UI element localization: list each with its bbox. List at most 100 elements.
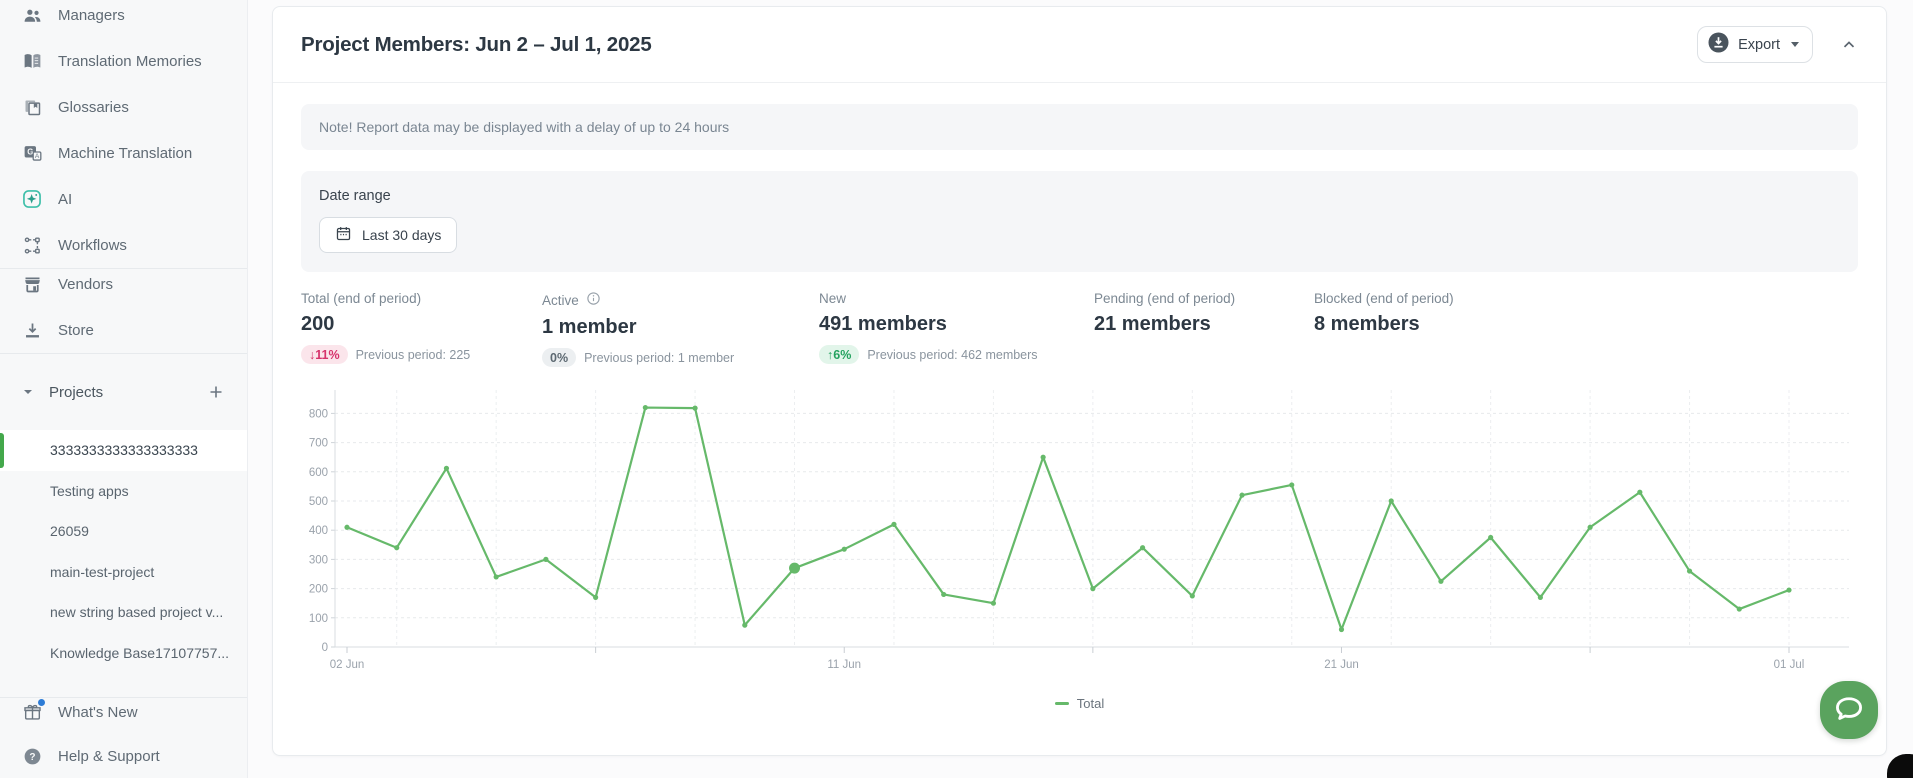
sidebar-nav-primary: Managers Translation Memories Glossaries… [0,0,247,268]
projects-collapse-caret-icon[interactable] [23,384,33,401]
chart-point[interactable] [991,601,996,606]
sidebar-project-item[interactable]: 26059 [0,511,247,552]
stat-value: 1 member [542,316,807,339]
live-chat-button[interactable] [1820,681,1878,739]
stat-card: Blocked (end of period) 8 members [1314,291,1466,367]
chart-point[interactable] [941,592,946,597]
sidebar-item-ai[interactable]: AI [0,176,247,222]
svg-text:11 Jun: 11 Jun [827,659,861,671]
sidebar-item-translation-memories[interactable]: Translation Memories [0,38,247,84]
sidebar-project-item[interactable]: 3333333333333333333 [0,430,247,471]
sidebar-item-glossaries[interactable]: Glossaries [0,84,247,130]
chart-point[interactable] [543,557,548,562]
chart-point[interactable] [1190,593,1195,598]
date-range-box: Date range Last 30 days [301,171,1858,272]
sidebar-item-help[interactable]: ? Help & Support [0,734,247,778]
sidebar-nav-footer: What's New ? Help & Support [0,690,247,778]
managers-icon [21,4,43,26]
chart-point[interactable] [692,406,697,411]
chart-point[interactable] [1637,490,1642,495]
chart-point-highlighted[interactable] [789,563,800,574]
date-range-value: Last 30 days [362,227,441,243]
stat-card: Active 1 member 0% Previous period: 1 me… [542,291,819,367]
sidebar-item-label: Glossaries [58,99,129,116]
help-icon: ? [21,745,43,767]
sidebar-item-label: What's New [58,704,138,721]
sidebar: Managers Translation Memories Glossaries… [0,0,248,778]
chart-point[interactable] [1538,595,1543,600]
sidebar-item-label: Managers [58,7,125,24]
sidebar-project-item[interactable]: main-test-project [0,552,247,593]
sidebar-item-label: Help & Support [58,748,160,765]
stat-label: Blocked (end of period) [1314,291,1454,306]
chart-point[interactable] [444,466,449,471]
project-list: 3333333333333333333Testing apps26059main… [0,430,247,673]
chart-point[interactable] [842,547,847,552]
stat-value: 21 members [1094,313,1302,336]
chart-point[interactable] [593,595,598,600]
chart-point[interactable] [643,405,648,410]
date-range-button[interactable]: Last 30 days [319,217,457,253]
chart-point[interactable] [1041,455,1046,460]
sidebar-project-item[interactable]: Knowledge Base17107757... [0,633,247,674]
sidebar-item-managers[interactable]: Managers [0,0,247,38]
projects-section-label: Projects [49,384,103,401]
stat-label: New [819,291,846,306]
sidebar-item-label: Translation Memories [58,53,202,70]
stat-label: Pending (end of period) [1094,291,1235,306]
svg-text:02 Jun: 02 Jun [330,659,365,671]
svg-text:800: 800 [309,408,328,420]
chart-point[interactable] [1438,579,1443,584]
glossaries-icon [21,96,43,118]
add-project-button[interactable] [205,381,227,403]
stat-card: Total (end of period) 200 ↓11% Previous … [301,291,542,367]
report-card-header: Project Members: Jun 2 – Jul 1, 2025 Exp… [273,7,1886,83]
chart-point[interactable] [742,623,747,628]
chart-point[interactable] [1090,586,1095,591]
chart-point[interactable] [394,545,399,550]
chart-point[interactable] [1588,525,1593,530]
svg-text:A: A [34,152,39,159]
chart-point[interactable] [1786,587,1791,592]
stat-card: New 491 members ↑6% Previous period: 462… [819,291,1094,367]
sidebar-item-machine-translation[interactable]: GA Machine Translation [0,130,247,176]
stat-change-badge: ↓11% [301,345,348,364]
caret-down-icon [1791,42,1799,47]
export-button[interactable]: Export [1697,26,1813,63]
sidebar-item-whats-new[interactable]: What's New [0,690,247,734]
chart-point[interactable] [344,525,349,530]
stat-label: Active [542,293,579,308]
chart-point[interactable] [494,574,499,579]
chart-point[interactable] [1687,568,1692,573]
sidebar-item-vendors[interactable]: Vendors [0,261,247,307]
sidebar-item-label: Workflows [58,237,127,254]
workflows-icon [21,234,43,256]
chart-point[interactable] [1339,627,1344,632]
stat-previous-period: Previous period: 1 member [584,351,734,365]
chart-point[interactable] [1389,498,1394,503]
sidebar-footer: What's New ? Help & Support [0,697,247,778]
calendar-icon [335,225,352,245]
sidebar-project-item[interactable]: Testing apps [0,471,247,512]
stat-card: Pending (end of period) 21 members [1094,291,1314,367]
sidebar-project-item[interactable]: new string based project v... [0,592,247,633]
stat-previous-period: Previous period: 462 members [867,348,1037,362]
sidebar-item-label: Machine Translation [58,145,192,162]
info-icon[interactable] [586,291,601,309]
chart-point[interactable] [1488,535,1493,540]
store-icon [21,319,43,341]
collapse-panel-button[interactable] [1840,36,1858,54]
chart-legend-total[interactable]: Total [301,696,1858,711]
chart-point[interactable] [1239,493,1244,498]
chart-point[interactable] [1289,482,1294,487]
chart-point[interactable] [1140,545,1145,550]
svg-text:200: 200 [309,584,328,596]
chevron-up-icon [1840,36,1858,54]
svg-text:100: 100 [309,613,328,625]
chart-point[interactable] [891,522,896,527]
report-card: Project Members: Jun 2 – Jul 1, 2025 Exp… [272,6,1887,756]
svg-text:400: 400 [309,525,328,537]
svg-text:21 Jun: 21 Jun [1324,659,1359,671]
sidebar-item-store[interactable]: Store [0,307,247,353]
chart-point[interactable] [1737,606,1742,611]
